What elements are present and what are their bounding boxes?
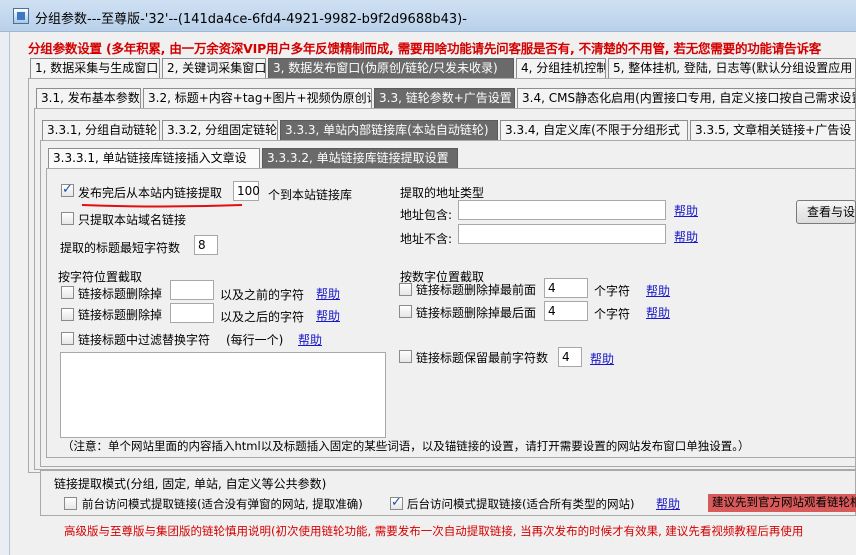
tab-pseudo-original[interactable]: 3.2, 标题+内容+tag+图片+视频伪原创设 bbox=[143, 88, 372, 108]
only-site-domain-checkbox[interactable] bbox=[61, 212, 74, 225]
by-char-position-title: 按字符位置截取 bbox=[58, 270, 143, 284]
min-title-length-input[interactable]: 8 bbox=[194, 235, 218, 255]
recommend-video-link[interactable]: 建议先到官方网站观看链轮相 bbox=[708, 494, 856, 512]
count-delete-back-checkbox[interactable] bbox=[399, 305, 412, 318]
count-delete-back-input[interactable]: 4 bbox=[544, 301, 588, 321]
address-type-title: 提取的地址类型 bbox=[400, 186, 485, 200]
client-area: 分组参数设置 (多年积累, 由一万余资深VIP用户多年反馈精制而成, 需要用啥功… bbox=[10, 32, 856, 555]
filter-replace-checkbox[interactable] bbox=[61, 332, 74, 345]
access-mode-help-link[interactable]: 帮助 bbox=[656, 495, 680, 512]
front-access-mode-label: 前台访问模式提取链接(适合没有弹窗的网站, 提取准确) bbox=[82, 497, 363, 511]
count-delete-front-checkbox[interactable] bbox=[399, 283, 412, 296]
char-delete-before-input[interactable] bbox=[170, 280, 214, 300]
tab-related-links-ads[interactable]: 3.3.5, 文章相关链接+广告设 bbox=[690, 120, 856, 140]
char-delete-after-input[interactable] bbox=[170, 303, 214, 323]
tab-link-wheel[interactable]: 3.3, 链轮参数+广告设置 bbox=[374, 88, 515, 108]
after-publish-suffix: 个到本站链接库 bbox=[268, 188, 353, 202]
tab-site-internal-library[interactable]: 3.3.3, 单站内部链接库(本站自动链轮) bbox=[280, 120, 498, 140]
tab-group-auto-wheel[interactable]: 3.3.1, 分组自动链轮 bbox=[42, 120, 160, 140]
red-underline-annotation bbox=[82, 204, 242, 208]
keep-first-chars-label: 链接标题保留最前字符数 bbox=[416, 351, 549, 365]
back-access-mode-label: 后台访问模式提取链接(适合所有类型的网站) bbox=[407, 497, 635, 511]
tab-library-insert-settings[interactable]: 3.3.3.1, 单站链接库链接插入文章设 bbox=[48, 148, 260, 168]
tab-cms-static[interactable]: 3.4, CMS静态化启用(内置接口专用, 自定义接口按自己需求设置 bbox=[517, 88, 856, 108]
tab-publish-basic[interactable]: 3.1, 发布基本参数 bbox=[36, 88, 141, 108]
filter-replace-label: 链接标题中过滤替换字符 bbox=[78, 333, 211, 347]
tab-keyword-collection[interactable]: 2, 关键词采集窗口 bbox=[162, 58, 266, 78]
app-icon bbox=[13, 8, 29, 24]
char-delete-before-label: 链接标题删除掉 bbox=[78, 287, 163, 301]
char-delete-after-help-link[interactable]: 帮助 bbox=[316, 307, 340, 324]
tab-overall-settings[interactable]: 5, 整体挂机, 登陆, 日志等(默认分组设置应用 bbox=[608, 58, 856, 78]
filter-replace-textarea[interactable] bbox=[60, 352, 386, 438]
tab-custom-library[interactable]: 3.3.4, 自定义库(不限于分组形式 bbox=[500, 120, 688, 140]
address-include-help-link[interactable]: 帮助 bbox=[674, 202, 698, 219]
after-publish-extract-label: 发布完后从本站内链接提取 bbox=[78, 186, 223, 200]
address-include-input[interactable] bbox=[458, 200, 666, 220]
tab-data-publish[interactable]: 3, 数据发布窗口(伪原创/链轮/只发未收录) bbox=[268, 58, 514, 78]
address-exclude-label: 地址不含: bbox=[400, 232, 453, 246]
address-exclude-help-link[interactable]: 帮助 bbox=[674, 228, 698, 245]
keep-first-chars-help-link[interactable]: 帮助 bbox=[590, 350, 614, 367]
front-access-mode-checkbox[interactable] bbox=[64, 497, 77, 510]
tab-data-collection[interactable]: 1, 数据采集与生成窗口 bbox=[30, 58, 160, 78]
address-include-label: 地址包含: bbox=[400, 208, 453, 222]
char-delete-before-checkbox[interactable] bbox=[61, 286, 74, 299]
address-exclude-input[interactable] bbox=[458, 224, 666, 244]
char-delete-before-help-link[interactable]: 帮助 bbox=[316, 285, 340, 302]
count-delete-front-help-link[interactable]: 帮助 bbox=[646, 282, 670, 299]
after-publish-extract-checkbox[interactable] bbox=[61, 182, 74, 197]
keep-first-chars-input[interactable]: 4 bbox=[558, 347, 582, 367]
char-delete-after-label: 链接标题删除掉 bbox=[78, 308, 163, 322]
count-delete-front-unit: 个字符 bbox=[594, 284, 631, 298]
after-publish-count-input[interactable]: 100 bbox=[233, 181, 260, 201]
tab-library-extract-settings[interactable]: 3.3.3.2, 单站链接库链接提取设置 bbox=[262, 148, 458, 168]
count-delete-back-unit: 个字符 bbox=[594, 307, 631, 321]
site-settings-note: （注意：单个网站里面的内容插入html以及标题插入固定的某些词语，以及锚链接的设… bbox=[62, 439, 750, 453]
char-delete-after-suffix: 以及之后的字符 bbox=[220, 310, 305, 324]
char-delete-before-suffix: 以及之前的字符 bbox=[220, 288, 305, 302]
notice-title: 分组参数设置 (多年积累, 由一万余资深VIP用户多年反馈精制而成, 需要用啥功… bbox=[28, 41, 822, 56]
tab-group-control[interactable]: 4, 分组挂机控制 bbox=[516, 58, 606, 78]
min-title-length-label: 提取的标题最短字符数 bbox=[60, 241, 181, 255]
filter-replace-help-link[interactable]: 帮助 bbox=[298, 331, 322, 348]
count-delete-back-label: 链接标题删除掉最后面 bbox=[416, 306, 537, 320]
filter-replace-hint: (每行一个) bbox=[226, 333, 284, 347]
title-bar: 分组参数---至尊版-'32'--(141da4ce-6fd4-4921-998… bbox=[0, 0, 856, 32]
left-window-edge bbox=[0, 32, 10, 555]
char-delete-after-checkbox[interactable] bbox=[61, 308, 74, 321]
view-and-settings-button[interactable]: 查看与设置 bbox=[796, 200, 856, 224]
count-delete-back-help-link[interactable]: 帮助 bbox=[646, 304, 670, 321]
count-delete-front-label: 链接标题删除掉最前面 bbox=[416, 283, 537, 297]
count-delete-front-input[interactable]: 4 bbox=[544, 278, 588, 298]
back-access-mode-checkbox[interactable] bbox=[390, 495, 403, 510]
link-extract-mode-title: 链接提取模式(分组, 固定, 单站, 自定义等公共参数) bbox=[52, 475, 329, 492]
keep-first-chars-checkbox[interactable] bbox=[399, 350, 412, 363]
tab-group-fixed-wheel[interactable]: 3.3.2, 分组固定链轮 bbox=[162, 120, 278, 140]
bottom-warning-notice: 高级版与至尊版与集团版的链轮慎用说明(初次使用链轮功能, 需要发布一次自动提取链… bbox=[64, 524, 804, 538]
only-site-domain-label: 只提取本站域名链接 bbox=[78, 213, 187, 227]
window-title: 分组参数---至尊版-'32'--(141da4ce-6fd4-4921-998… bbox=[35, 12, 467, 27]
